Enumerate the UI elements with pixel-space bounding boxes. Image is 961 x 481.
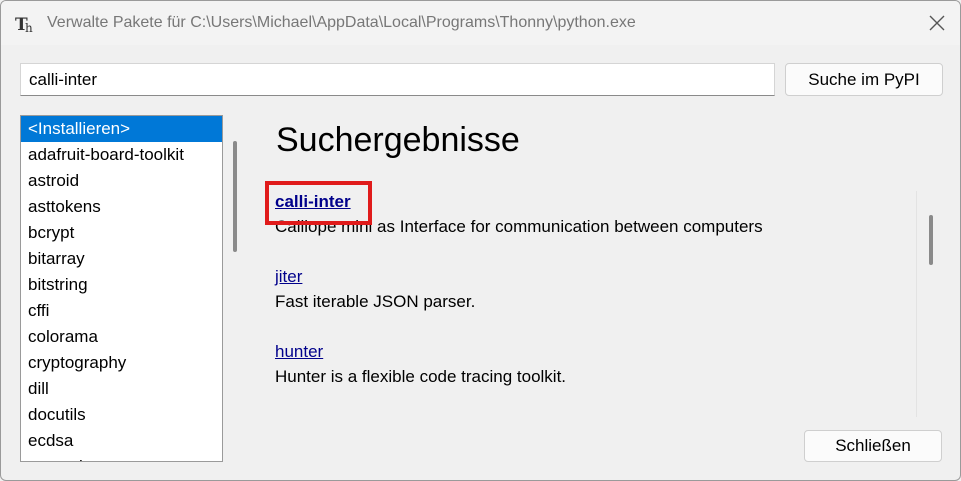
- package-list-scrollbar[interactable]: [233, 141, 237, 252]
- search-pypi-button[interactable]: Suche im PyPI: [785, 63, 943, 96]
- package-manager-window: T h Verwalte Pakete für C:\Users\Michael…: [0, 0, 961, 481]
- package-list-item[interactable]: adafruit-board-toolkit: [21, 142, 222, 168]
- close-dialog-button[interactable]: Schließen: [804, 430, 942, 462]
- results-divider: [916, 191, 917, 417]
- close-icon: [929, 15, 945, 31]
- package-list-item[interactable]: cryptography: [21, 350, 222, 376]
- svg-text:h: h: [25, 21, 33, 34]
- window-close-button[interactable]: [914, 1, 960, 45]
- search-result: jiter Fast iterable JSON parser.: [275, 267, 475, 312]
- package-list-item[interactable]: astroid: [21, 168, 222, 194]
- package-list-item[interactable]: esptool: [21, 454, 222, 461]
- package-list-item[interactable]: cffi: [21, 298, 222, 324]
- title-bar: T h Verwalte Pakete für C:\Users\Michael…: [1, 1, 960, 45]
- result-link-hunter[interactable]: hunter: [275, 342, 323, 362]
- window-title: Verwalte Pakete für C:\Users\Michael\App…: [47, 14, 636, 31]
- result-link-jiter[interactable]: jiter: [275, 267, 302, 287]
- package-list-item[interactable]: asttokens: [21, 194, 222, 220]
- package-list-item-install[interactable]: <Installieren>: [21, 116, 222, 142]
- package-list-item[interactable]: bcrypt: [21, 220, 222, 246]
- package-search-input[interactable]: [20, 63, 775, 96]
- package-list-item[interactable]: ecdsa: [21, 428, 222, 454]
- package-list-item[interactable]: dill: [21, 376, 222, 402]
- highlight-annotation: [265, 181, 372, 225]
- package-list-item[interactable]: colorama: [21, 324, 222, 350]
- package-list-item[interactable]: bitstring: [21, 272, 222, 298]
- result-description: Hunter is a flexible code tracing toolki…: [275, 367, 567, 386]
- package-list-item[interactable]: docutils: [21, 402, 222, 428]
- thonny-app-icon: T h: [15, 15, 33, 34]
- results-heading: Suchergebnisse: [276, 121, 520, 159]
- search-result: hunter Hunter is a flexible code tracing…: [275, 342, 566, 387]
- results-scrollbar[interactable]: [929, 215, 933, 265]
- result-description: Fast iterable JSON parser.: [275, 292, 476, 311]
- package-list-item[interactable]: bitarray: [21, 246, 222, 272]
- installed-packages-list[interactable]: <Installieren> adafruit-board-toolkit as…: [20, 115, 223, 462]
